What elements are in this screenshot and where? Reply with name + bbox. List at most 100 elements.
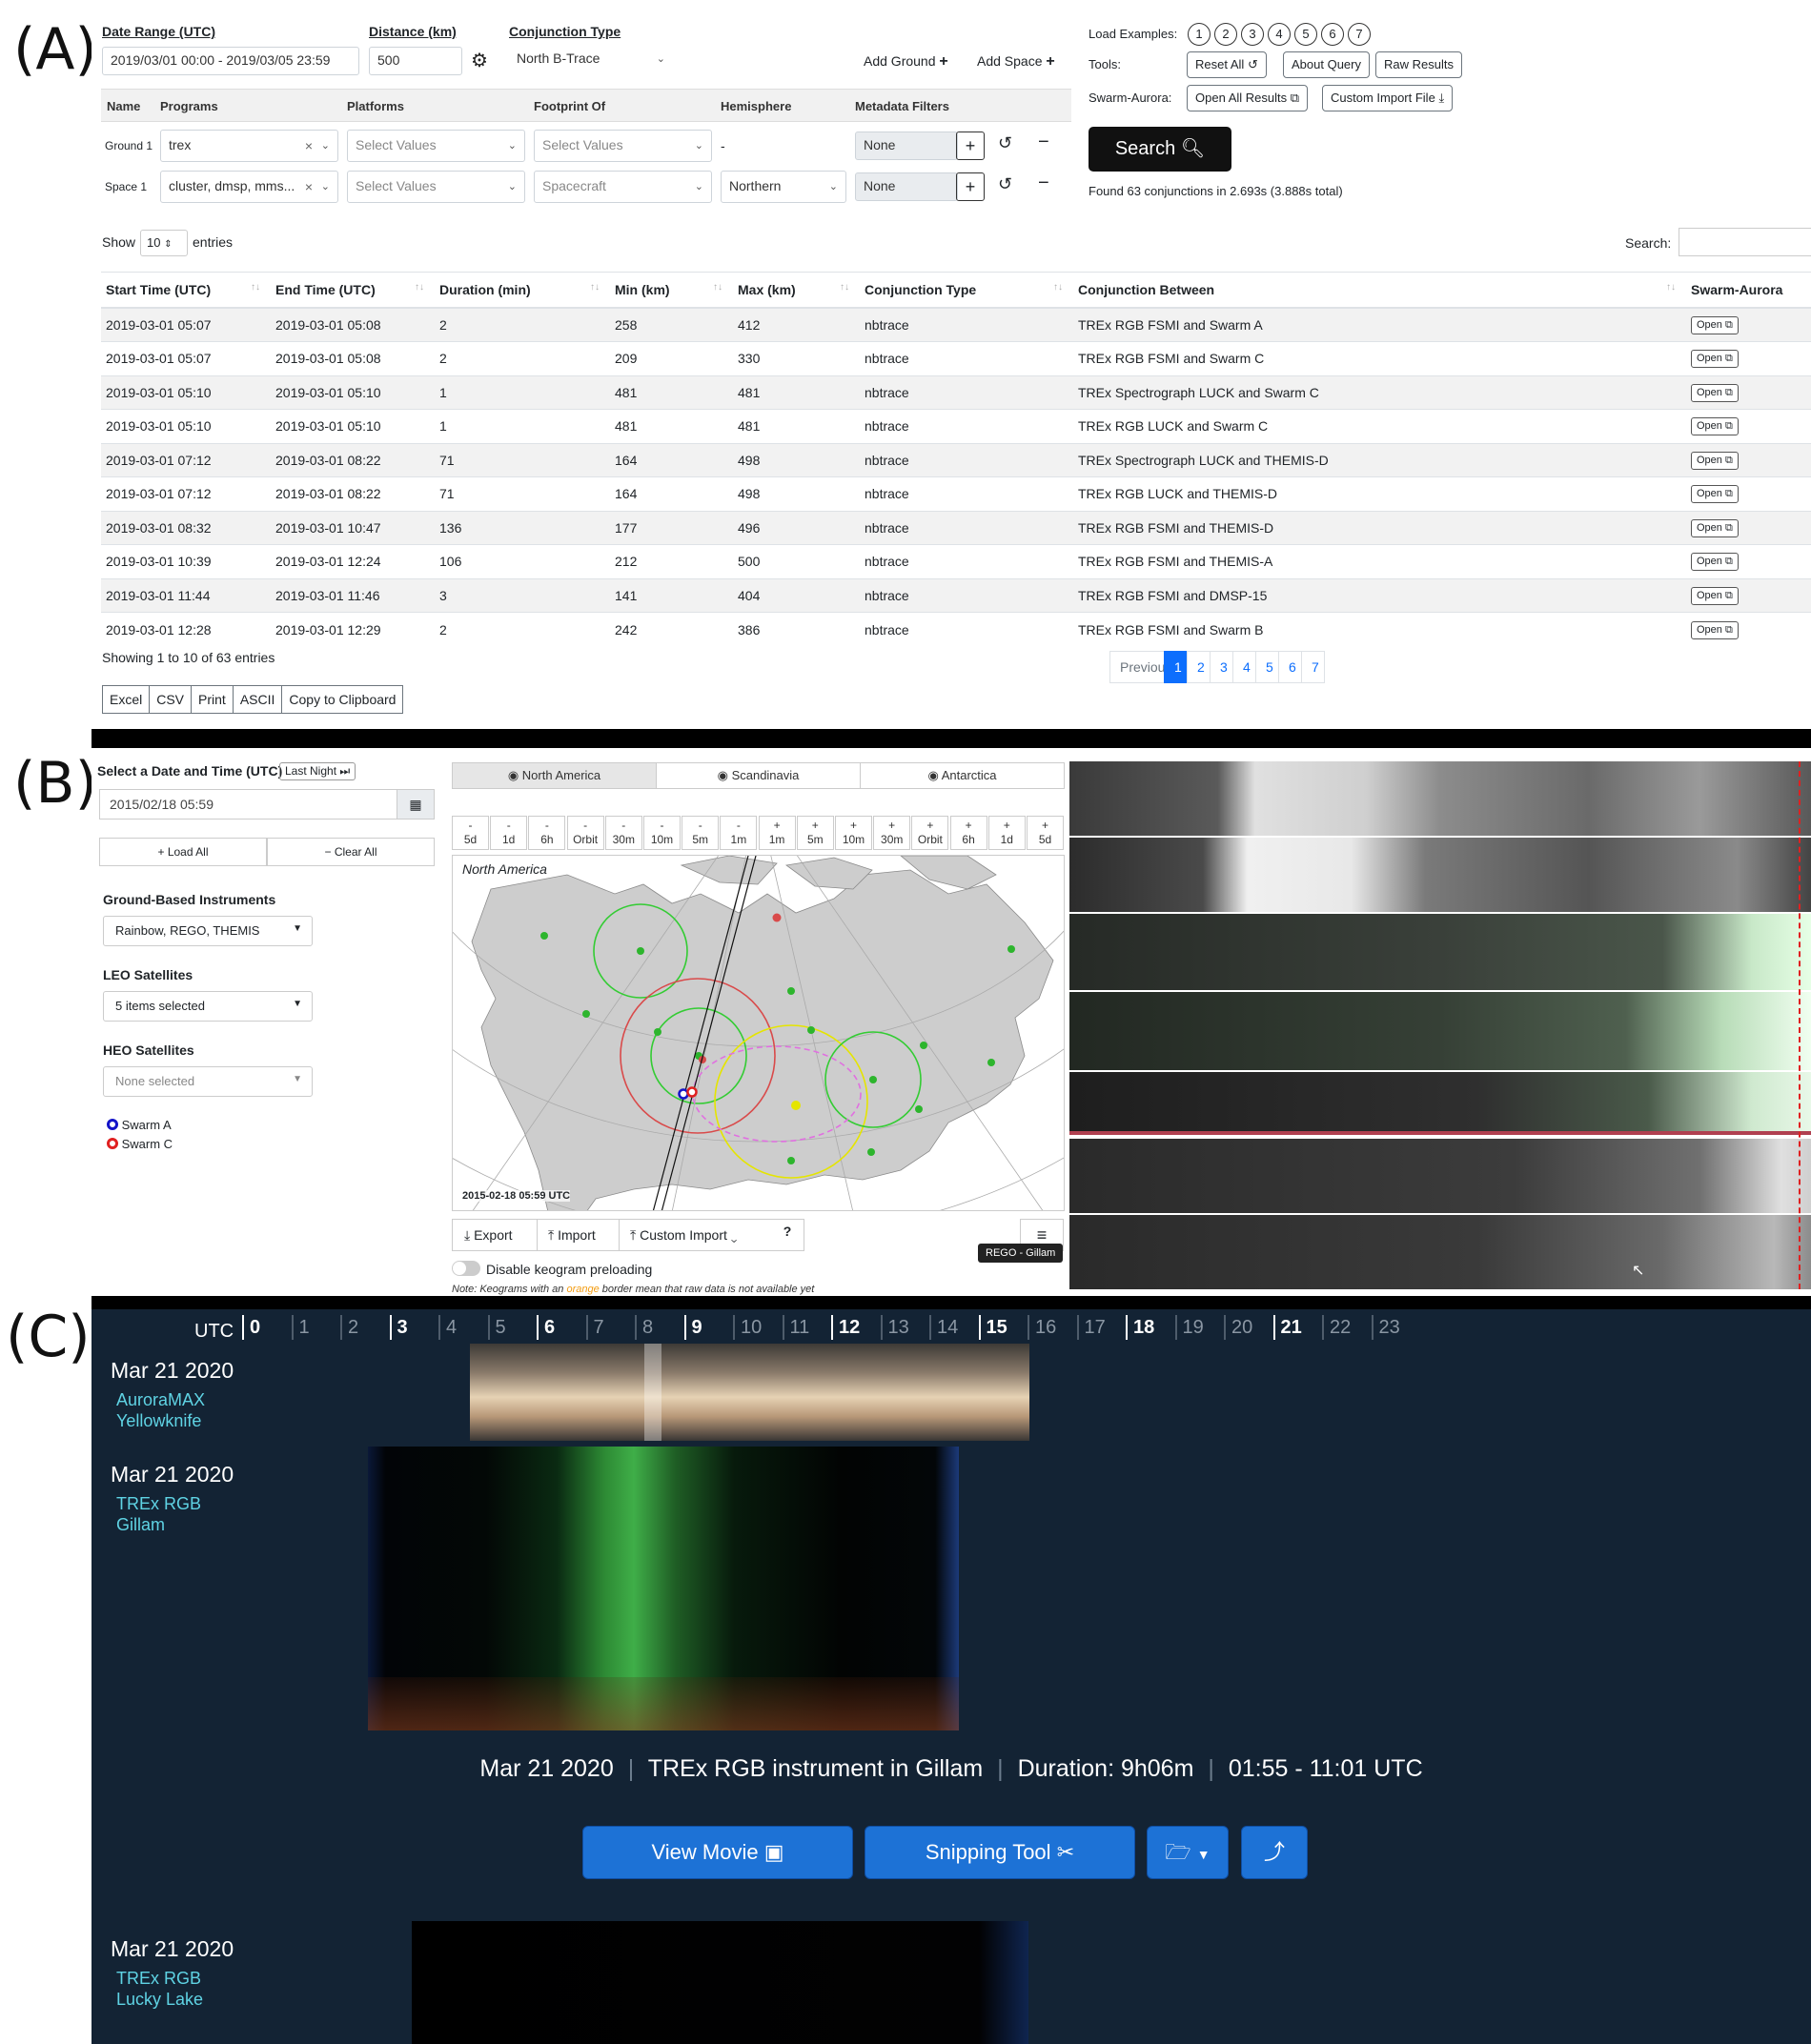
add-ground-button[interactable]: Add Ground + — [864, 53, 948, 71]
open-swarm-aurora-button[interactable]: Open ⧉ — [1691, 485, 1739, 504]
print-button[interactable]: Print — [191, 685, 234, 714]
import-button[interactable]: ⤒ Import — [548, 1227, 596, 1244]
col-swarm-aurora[interactable]: Swarm-Aurora — [1686, 272, 1811, 309]
leo-satellites-select[interactable]: 5 items selected ▼ — [103, 991, 313, 1022]
export-excel-button[interactable]: Excel — [102, 685, 151, 714]
ground-metadata-input[interactable]: None — [855, 132, 958, 160]
search-button[interactable]: Search 🔍︎ — [1089, 127, 1231, 172]
undo-icon[interactable]: ↺ — [998, 133, 1012, 153]
custom-import-button[interactable]: ⤒ Custom Import ⌄ — [630, 1227, 737, 1244]
raw-results-button[interactable]: Raw Results — [1375, 51, 1462, 78]
space-platforms-select[interactable]: Select Values ⌄ — [347, 171, 525, 203]
keogram-2[interactable] — [1069, 838, 1811, 912]
last-night-button[interactable]: Last Night ⏭ — [279, 762, 356, 780]
keogram-1[interactable] — [1069, 761, 1811, 836]
calendar-icon[interactable]: ▦ — [397, 789, 435, 820]
time-step-back-1m-button[interactable]: -1m — [720, 816, 758, 850]
load-all-button[interactable]: + Load All — [99, 838, 267, 866]
pagination-page-6[interactable]: 6 — [1278, 651, 1302, 683]
export-csv-button[interactable]: CSV — [149, 685, 193, 714]
time-step-forward-6h-button[interactable]: +6h — [949, 816, 987, 850]
load-example-5-button[interactable]: 5 — [1294, 23, 1317, 46]
col-conjunction-between[interactable]: Conjunction Between ↑↓ — [1073, 272, 1686, 309]
clear-icon[interactable]: × — [304, 179, 313, 194]
time-step-forward-5m-button[interactable]: +5m — [796, 816, 834, 850]
ground-platforms-select[interactable]: Select Values ⌄ — [347, 130, 525, 162]
time-step-forward-1d-button[interactable]: +1d — [987, 816, 1026, 850]
clear-all-button[interactable]: − Clear All — [267, 838, 435, 866]
load-example-3-button[interactable]: 3 — [1241, 23, 1264, 46]
pagination-page-4[interactable]: 4 — [1232, 651, 1256, 683]
time-step-back-6h-button[interactable]: -6h — [528, 816, 566, 850]
share-button[interactable]: ⤴ — [1241, 1826, 1308, 1879]
open-swarm-aurora-button[interactable]: Open ⧉ — [1691, 518, 1739, 537]
auroramax-keogram[interactable] — [470, 1344, 1029, 1441]
open-folder-button[interactable]: 🗁︎ ▼ — [1147, 1826, 1229, 1879]
time-step-forward-30m-button[interactable]: +30m — [873, 816, 911, 850]
conjunction-type-select[interactable]: North B-Trace ⌄ — [509, 44, 673, 76]
settings-gear-icon[interactable]: ⚙ — [471, 49, 488, 72]
ground-programs-select[interactable]: trex × ⌄ — [160, 130, 338, 162]
time-step-back-orbit-button[interactable]: - Orbit — [566, 816, 604, 850]
export-ascii-button[interactable]: ASCII — [232, 685, 283, 714]
space-programs-select[interactable]: cluster, dmsp, mms... × ⌄ — [160, 171, 338, 203]
keogram-3[interactable] — [1069, 914, 1811, 990]
pagination-page-2[interactable]: 2 — [1187, 651, 1211, 683]
preload-toggle[interactable] — [452, 1261, 480, 1276]
entries-per-page-select[interactable]: 10 ⇕ — [140, 230, 188, 256]
keogram-7[interactable] — [1069, 1215, 1811, 1289]
remove-row-icon[interactable]: − — [1038, 132, 1049, 153]
add-filter-button[interactable]: + — [956, 172, 985, 201]
custom-import-file-button[interactable]: Custom Import File ⤓ — [1322, 85, 1454, 111]
col-duration[interactable]: Duration (min) ↑↓ — [435, 272, 610, 309]
heo-satellites-select[interactable]: None selected ▼ — [103, 1066, 313, 1097]
about-query-button[interactable]: About Query — [1283, 51, 1370, 78]
copy-clipboard-button[interactable]: Copy to Clipboard — [281, 685, 404, 714]
col-conjunction-type[interactable]: Conjunction Type ↑↓ — [860, 272, 1073, 309]
undo-icon[interactable]: ↺ — [998, 174, 1012, 194]
col-start-time[interactable]: Start Time (UTC) ↑↓ — [101, 272, 271, 309]
time-step-back-5m-button[interactable]: -5m — [682, 816, 720, 850]
open-swarm-aurora-button[interactable]: Open ⧉ — [1691, 350, 1739, 369]
col-max[interactable]: Max (km) ↑↓ — [733, 272, 860, 309]
open-swarm-aurora-button[interactable]: Open ⧉ — [1691, 417, 1739, 436]
pagination-page-1[interactable]: 1 — [1164, 651, 1188, 683]
pagination-page-3[interactable]: 3 — [1210, 651, 1233, 683]
keogram-6[interactable] — [1069, 1139, 1811, 1213]
date-time-input[interactable]: 2015/02/18 05:59 — [99, 789, 397, 820]
open-swarm-aurora-button[interactable]: Open ⧉ — [1691, 383, 1739, 402]
open-all-results-button[interactable]: Open All Results ⧉ — [1187, 85, 1309, 111]
export-button[interactable]: ⤓ Export — [464, 1227, 513, 1244]
time-step-forward-10m-button[interactable]: +10m — [835, 816, 872, 850]
load-example-6-button[interactable]: 6 — [1321, 23, 1344, 46]
load-example-2-button[interactable]: 2 — [1214, 23, 1237, 46]
time-step-back-10m-button[interactable]: -10m — [643, 816, 681, 850]
ground-instruments-select[interactable]: Rainbow, REGO, THEMIS ▼ — [103, 916, 313, 946]
col-min[interactable]: Min (km) ↑↓ — [610, 272, 733, 309]
time-step-forward-orbit-button[interactable]: + Orbit — [911, 816, 949, 850]
time-step-back-5d-button[interactable]: -5d — [452, 816, 489, 850]
space-hemisphere-select[interactable]: Northern ⌄ — [721, 171, 846, 203]
open-swarm-aurora-button[interactable]: Open ⧉ — [1691, 586, 1739, 605]
load-example-4-button[interactable]: 4 — [1268, 23, 1291, 46]
trex-rgb-gillam-keogram[interactable] — [368, 1447, 959, 1730]
pagination-page-7[interactable]: 7 — [1301, 651, 1325, 683]
tab-north-america[interactable]: ◉ North America — [452, 762, 657, 789]
time-step-back-30m-button[interactable]: -30m — [604, 816, 642, 850]
open-swarm-aurora-button[interactable]: Open ⧉ — [1691, 451, 1739, 470]
open-swarm-aurora-button[interactable]: Open ⧉ — [1691, 316, 1739, 334]
open-swarm-aurora-button[interactable]: Open ⧉ — [1691, 553, 1739, 572]
tab-antarctica[interactable]: ◉ Antarctica — [860, 762, 1065, 789]
time-step-back-1d-button[interactable]: -1d — [490, 816, 528, 850]
keogram-4[interactable] — [1069, 992, 1811, 1070]
table-search-input[interactable] — [1679, 228, 1811, 256]
reset-all-button[interactable]: Reset All ↺ — [1187, 51, 1267, 78]
add-space-button[interactable]: Add Space + — [977, 53, 1055, 71]
time-step-forward-1m-button[interactable]: +1m — [758, 816, 796, 850]
tab-scandinavia[interactable]: ◉ Scandinavia — [656, 762, 861, 789]
load-example-1-button[interactable]: 1 — [1188, 23, 1211, 46]
snipping-tool-button[interactable]: Snipping Tool ✂ — [865, 1826, 1135, 1879]
open-swarm-aurora-button[interactable]: Open ⧉ — [1691, 620, 1739, 639]
col-end-time[interactable]: End Time (UTC) ↑↓ — [271, 272, 435, 309]
time-step-forward-5d-button[interactable]: +5d — [1027, 816, 1064, 850]
